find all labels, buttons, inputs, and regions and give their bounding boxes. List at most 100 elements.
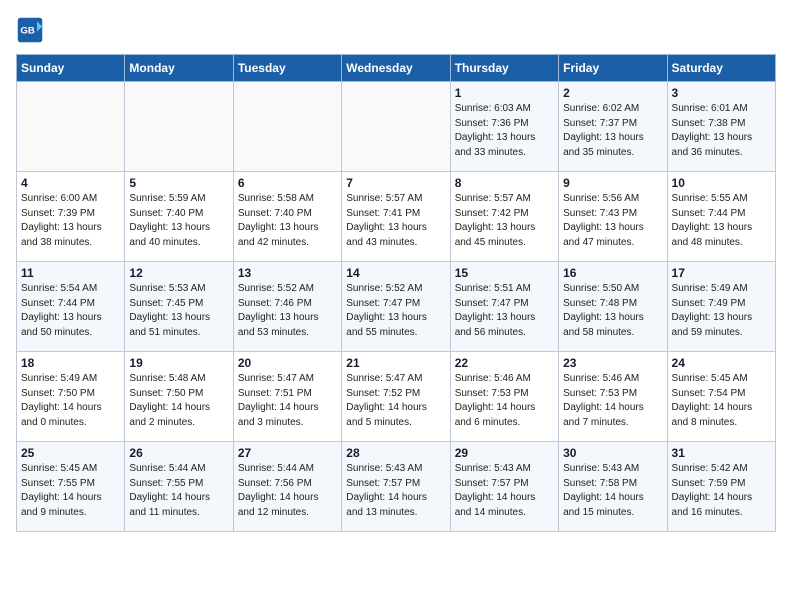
day-info: Sunrise: 5:44 AM Sunset: 7:55 PM Dayligh…	[129, 462, 228, 520]
day-number: 3	[672, 86, 771, 100]
day-number: 21	[346, 356, 445, 370]
day-info: Sunrise: 5:56 AM Sunset: 7:43 PM Dayligh…	[563, 192, 662, 250]
day-info: Sunrise: 5:46 AM Sunset: 7:53 PM Dayligh…	[563, 372, 662, 430]
day-number: 7	[346, 176, 445, 190]
calendar-week-row: 1 Sunrise: 6:03 AM Sunset: 7:36 PM Daylig…	[17, 82, 776, 172]
day-info: Sunrise: 5:51 AM Sunset: 7:47 PM Dayligh…	[455, 282, 554, 340]
day-info: Sunrise: 5:53 AM Sunset: 7:45 PM Dayligh…	[129, 282, 228, 340]
calendar-cell: 20 Sunrise: 5:47 AM Sunset: 7:51 PM Dayli…	[233, 352, 341, 442]
calendar-cell: 29 Sunrise: 5:43 AM Sunset: 7:57 PM Dayli…	[450, 442, 558, 532]
day-info: Sunrise: 6:02 AM Sunset: 7:37 PM Dayligh…	[563, 102, 662, 160]
calendar-cell: 19 Sunrise: 5:48 AM Sunset: 7:50 PM Dayli…	[125, 352, 233, 442]
calendar-cell: 4 Sunrise: 6:00 AM Sunset: 7:39 PM Daylig…	[17, 172, 125, 262]
calendar-cell: 27Sunrise: 5:44 AM Sunset: 7:56 PM Dayli…	[233, 442, 341, 532]
logo: GB	[16, 16, 48, 44]
day-info: Sunrise: 5:50 AM Sunset: 7:48 PM Dayligh…	[563, 282, 662, 340]
calendar-cell	[17, 82, 125, 172]
day-number: 28	[346, 446, 445, 460]
weekday-header: Wednesday	[342, 55, 450, 82]
calendar-cell: 9 Sunrise: 5:56 AM Sunset: 7:43 PM Daylig…	[559, 172, 667, 262]
calendar-cell: 6Sunrise: 5:58 AM Sunset: 7:40 PM Daylig…	[233, 172, 341, 262]
calendar-cell: 21 Sunrise: 5:47 AM Sunset: 7:52 PM Dayli…	[342, 352, 450, 442]
day-number: 2	[563, 86, 662, 100]
calendar-cell: 30 Sunrise: 5:43 AM Sunset: 7:58 PM Dayli…	[559, 442, 667, 532]
day-info: Sunrise: 6:00 AM Sunset: 7:39 PM Dayligh…	[21, 192, 120, 250]
day-info: Sunrise: 5:45 AM Sunset: 7:55 PM Dayligh…	[21, 462, 120, 520]
day-number: 20	[238, 356, 337, 370]
day-number: 19	[129, 356, 228, 370]
day-number: 24	[672, 356, 771, 370]
calendar-cell: 31Sunrise: 5:42 AM Sunset: 7:59 PM Dayli…	[667, 442, 775, 532]
day-info: Sunrise: 6:03 AM Sunset: 7:36 PM Dayligh…	[455, 102, 554, 160]
calendar-cell: 15 Sunrise: 5:51 AM Sunset: 7:47 PM Dayli…	[450, 262, 558, 352]
day-number: 23	[563, 356, 662, 370]
calendar-cell: 16 Sunrise: 5:50 AM Sunset: 7:48 PM Dayli…	[559, 262, 667, 352]
day-info: Sunrise: 6:01 AM Sunset: 7:38 PM Dayligh…	[672, 102, 771, 160]
calendar-cell	[233, 82, 341, 172]
calendar-cell: 26 Sunrise: 5:44 AM Sunset: 7:55 PM Dayli…	[125, 442, 233, 532]
day-number: 1	[455, 86, 554, 100]
day-number: 30	[563, 446, 662, 460]
page-header: GB	[16, 16, 776, 44]
day-number: 31	[672, 446, 771, 460]
calendar-cell: 12Sunrise: 5:53 AM Sunset: 7:45 PM Dayli…	[125, 262, 233, 352]
calendar-table: SundayMondayTuesdayWednesdayThursdayFrid…	[16, 54, 776, 532]
calendar-cell: 1 Sunrise: 6:03 AM Sunset: 7:36 PM Daylig…	[450, 82, 558, 172]
day-info: Sunrise: 5:54 AM Sunset: 7:44 PM Dayligh…	[21, 282, 120, 340]
day-number: 15	[455, 266, 554, 280]
calendar-cell: 10 Sunrise: 5:55 AM Sunset: 7:44 PM Dayli…	[667, 172, 775, 262]
day-info: Sunrise: 5:46 AM Sunset: 7:53 PM Dayligh…	[455, 372, 554, 430]
calendar-cell: 24 Sunrise: 5:45 AM Sunset: 7:54 PM Dayli…	[667, 352, 775, 442]
day-number: 29	[455, 446, 554, 460]
weekday-header-row: SundayMondayTuesdayWednesdayThursdayFrid…	[17, 55, 776, 82]
day-number: 5	[129, 176, 228, 190]
day-info: Sunrise: 5:43 AM Sunset: 7:57 PM Dayligh…	[455, 462, 554, 520]
calendar-cell: 25 Sunrise: 5:45 AM Sunset: 7:55 PM Dayli…	[17, 442, 125, 532]
day-info: Sunrise: 5:49 AM Sunset: 7:50 PM Dayligh…	[21, 372, 120, 430]
day-info: Sunrise: 5:59 AM Sunset: 7:40 PM Dayligh…	[129, 192, 228, 250]
day-number: 16	[563, 266, 662, 280]
calendar-cell: 5 Sunrise: 5:59 AM Sunset: 7:40 PM Daylig…	[125, 172, 233, 262]
calendar-week-row: 18 Sunrise: 5:49 AM Sunset: 7:50 PM Dayli…	[17, 352, 776, 442]
day-number: 14	[346, 266, 445, 280]
calendar-cell: 17 Sunrise: 5:49 AM Sunset: 7:49 PM Dayli…	[667, 262, 775, 352]
logo-icon: GB	[16, 16, 44, 44]
calendar-week-row: 4 Sunrise: 6:00 AM Sunset: 7:39 PM Daylig…	[17, 172, 776, 262]
day-info: Sunrise: 5:43 AM Sunset: 7:57 PM Dayligh…	[346, 462, 445, 520]
calendar-cell: 22Sunrise: 5:46 AM Sunset: 7:53 PM Dayli…	[450, 352, 558, 442]
calendar-cell	[342, 82, 450, 172]
calendar-cell: 7Sunrise: 5:57 AM Sunset: 7:41 PM Daylig…	[342, 172, 450, 262]
calendar-cell: 28 Sunrise: 5:43 AM Sunset: 7:57 PM Dayli…	[342, 442, 450, 532]
calendar-cell: 13 Sunrise: 5:52 AM Sunset: 7:46 PM Dayli…	[233, 262, 341, 352]
day-info: Sunrise: 5:52 AM Sunset: 7:47 PM Dayligh…	[346, 282, 445, 340]
calendar-cell: 3 Sunrise: 6:01 AM Sunset: 7:38 PM Daylig…	[667, 82, 775, 172]
day-info: Sunrise: 5:43 AM Sunset: 7:58 PM Dayligh…	[563, 462, 662, 520]
weekday-header: Monday	[125, 55, 233, 82]
day-number: 4	[21, 176, 120, 190]
calendar-cell: 8Sunrise: 5:57 AM Sunset: 7:42 PM Daylig…	[450, 172, 558, 262]
day-info: Sunrise: 5:44 AM Sunset: 7:56 PM Dayligh…	[238, 462, 337, 520]
day-number: 18	[21, 356, 120, 370]
day-number: 26	[129, 446, 228, 460]
day-number: 13	[238, 266, 337, 280]
weekday-header: Saturday	[667, 55, 775, 82]
calendar-week-row: 25 Sunrise: 5:45 AM Sunset: 7:55 PM Dayli…	[17, 442, 776, 532]
weekday-header: Thursday	[450, 55, 558, 82]
day-number: 25	[21, 446, 120, 460]
day-info: Sunrise: 5:47 AM Sunset: 7:52 PM Dayligh…	[346, 372, 445, 430]
day-info: Sunrise: 5:47 AM Sunset: 7:51 PM Dayligh…	[238, 372, 337, 430]
day-info: Sunrise: 5:57 AM Sunset: 7:42 PM Dayligh…	[455, 192, 554, 250]
weekday-header: Tuesday	[233, 55, 341, 82]
svg-text:GB: GB	[20, 26, 34, 37]
day-info: Sunrise: 5:55 AM Sunset: 7:44 PM Dayligh…	[672, 192, 771, 250]
calendar-week-row: 11 Sunrise: 5:54 AM Sunset: 7:44 PM Dayli…	[17, 262, 776, 352]
day-number: 11	[21, 266, 120, 280]
day-number: 9	[563, 176, 662, 190]
day-number: 10	[672, 176, 771, 190]
calendar-cell: 23 Sunrise: 5:46 AM Sunset: 7:53 PM Dayli…	[559, 352, 667, 442]
day-info: Sunrise: 5:48 AM Sunset: 7:50 PM Dayligh…	[129, 372, 228, 430]
day-number: 17	[672, 266, 771, 280]
day-info: Sunrise: 5:52 AM Sunset: 7:46 PM Dayligh…	[238, 282, 337, 340]
day-info: Sunrise: 5:45 AM Sunset: 7:54 PM Dayligh…	[672, 372, 771, 430]
day-info: Sunrise: 5:49 AM Sunset: 7:49 PM Dayligh…	[672, 282, 771, 340]
